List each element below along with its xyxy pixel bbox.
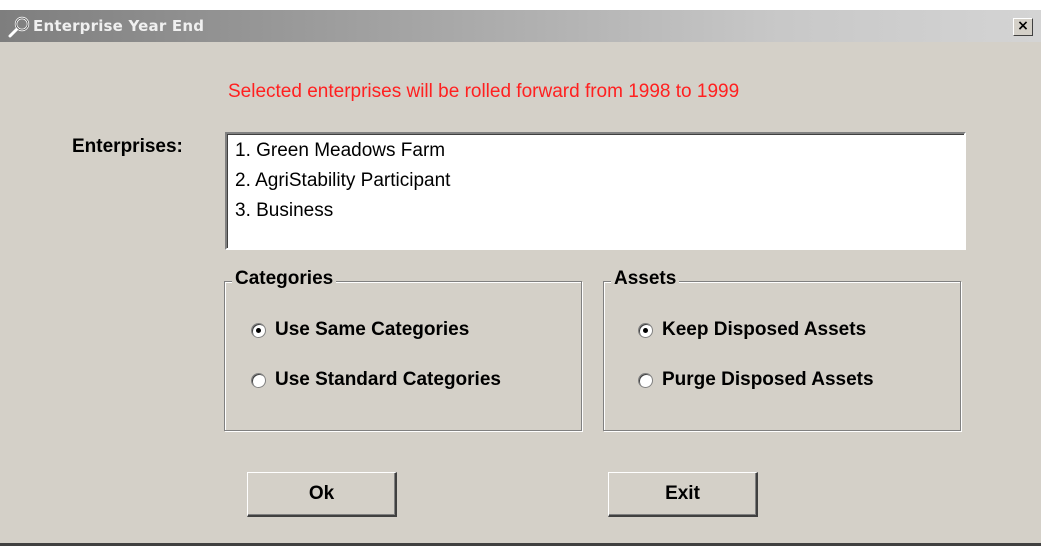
magnifier-icon <box>8 16 30 38</box>
exit-button[interactable]: Exit <box>608 472 758 517</box>
close-button[interactable]: × <box>1013 18 1033 36</box>
close-icon: × <box>1017 18 1029 34</box>
window-title: Enterprise Year End <box>33 17 205 35</box>
radio-button[interactable] <box>251 373 266 388</box>
radio-selected-dot <box>256 328 261 333</box>
ok-button[interactable]: Ok <box>247 472 397 517</box>
top-strip <box>0 0 1041 10</box>
assets-groupbox: Assets Keep Disposed Assets Purge Dispos… <box>603 268 961 431</box>
radio-label: Use Same Categories <box>275 319 470 340</box>
title-bar[interactable]: Enterprise Year End × <box>0 10 1041 42</box>
categories-groupbox: Categories Use Same Categories Use Stand… <box>224 268 582 431</box>
enterprises-listbox[interactable]: 1. Green Meadows Farm 2. AgriStability P… <box>225 132 966 250</box>
list-item[interactable]: 1. Green Meadows Farm <box>235 140 445 162</box>
rollover-notice: Selected enterprises will be rolled forw… <box>228 81 740 102</box>
list-item[interactable]: 3. Business <box>235 200 333 222</box>
radio-button[interactable] <box>638 323 653 338</box>
assets-legend: Assets <box>611 268 680 290</box>
radio-label: Keep Disposed Assets <box>662 319 867 340</box>
radio-label: Purge Disposed Assets <box>662 369 874 390</box>
categories-legend: Categories <box>232 268 337 290</box>
enterprises-label: Enterprises: <box>72 136 183 157</box>
radio-button[interactable] <box>251 323 266 338</box>
radio-label: Use Standard Categories <box>275 369 501 390</box>
list-item[interactable]: 2. AgriStability Participant <box>235 170 450 192</box>
radio-button[interactable] <box>638 373 653 388</box>
dialog-window: Enterprise Year End × Selected enterpris… <box>0 10 1041 546</box>
radio-selected-dot <box>643 328 648 333</box>
